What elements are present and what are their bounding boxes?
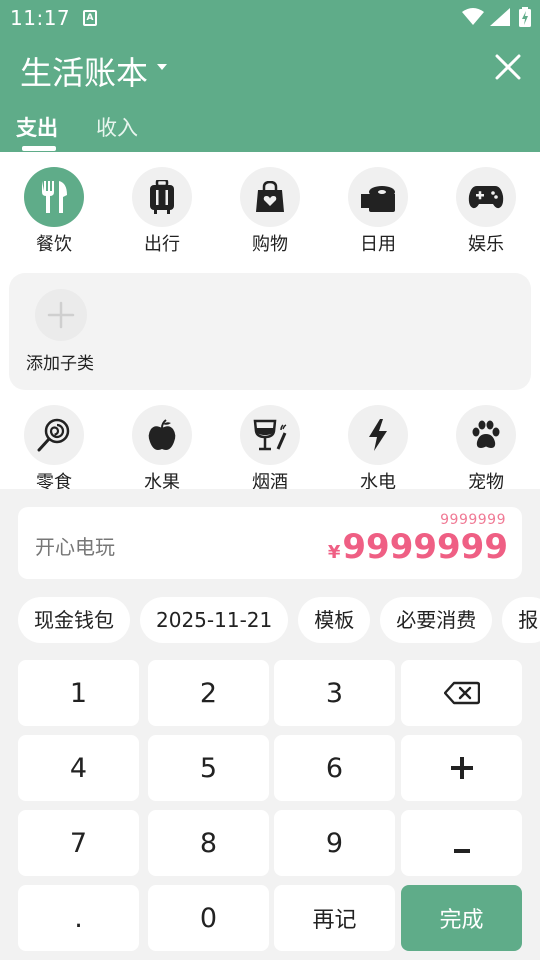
wifi-icon <box>462 8 484 25</box>
app-header: 11:17 A 生活账本 支出 收入 <box>0 0 540 152</box>
chip-date[interactable]: 2025-11-21 <box>140 597 289 643</box>
category-tobacco-wine[interactable]: 烟酒 <box>228 405 312 489</box>
category-label: 零食 <box>36 472 72 489</box>
backspace-icon <box>443 681 480 705</box>
key-3[interactable]: 3 <box>274 660 395 726</box>
signal-icon <box>490 8 510 26</box>
category-icon-circle <box>132 405 192 465</box>
plus-icon <box>47 301 75 329</box>
currency-symbol: ¥ <box>327 542 341 563</box>
backspace-button[interactable] <box>401 660 522 726</box>
add-subcategory-button[interactable]: 添加子类 <box>25 289 97 374</box>
category-label: 水电 <box>360 472 396 489</box>
minus-icon <box>453 849 470 853</box>
key-5[interactable]: 5 <box>148 735 269 801</box>
category-entertainment[interactable]: 娱乐 <box>444 167 528 256</box>
ledger-title[interactable]: 生活账本 <box>20 48 148 94</box>
category-label: 出行 <box>144 234 180 255</box>
category-label: 宠物 <box>468 472 504 489</box>
category-fruit[interactable]: 水果 <box>120 405 204 489</box>
toilet-paper-icon <box>361 186 395 212</box>
category-daily[interactable]: 日用 <box>336 167 420 256</box>
category-icon-circle <box>24 167 84 227</box>
category-icon-circle <box>132 167 192 227</box>
category-label: 餐饮 <box>36 234 72 255</box>
key-9[interactable]: 9 <box>274 810 395 876</box>
key-8[interactable]: 8 <box>148 810 269 876</box>
minus-button[interactable] <box>401 810 522 876</box>
key-1[interactable]: 1 <box>18 660 139 726</box>
category-dining[interactable]: 餐饮 <box>12 167 96 256</box>
battery-charging-icon <box>519 7 531 27</box>
entry-sheet: 开心电玩 9999999 ¥9999999 现金钱包 2025-11-21 模板 必要… <box>0 489 540 960</box>
category-label: 烟酒 <box>252 472 288 489</box>
category-shopping[interactable]: 购物 <box>228 167 312 256</box>
apple-icon <box>148 419 176 450</box>
note-amount-box[interactable]: 开心电玩 9999999 ¥9999999 <box>18 507 522 579</box>
chip-reimburse[interactable]: 报 <box>502 597 540 643</box>
key-2[interactable]: 2 <box>148 660 269 726</box>
caret-down-icon[interactable] <box>156 62 168 72</box>
category-utilities[interactable]: 水电 <box>336 405 420 489</box>
category-pets[interactable]: 宠物 <box>444 405 528 489</box>
category-label: 日用 <box>360 234 396 255</box>
shopping-bag-icon <box>256 181 284 212</box>
key-6[interactable]: 6 <box>274 735 395 801</box>
options-chip-row: 现金钱包 2025-11-21 模板 必要消费报 <box>18 597 540 643</box>
chip-account[interactable]: 现金钱包 <box>18 597 130 643</box>
category-icon-circle <box>240 167 300 227</box>
gamepad-icon <box>468 186 504 209</box>
add-circle <box>35 289 87 341</box>
category-icon-circle <box>348 167 408 227</box>
key-7[interactable]: 7 <box>18 810 139 876</box>
category-snacks[interactable]: 零食 <box>12 405 96 489</box>
category-label: 水果 <box>144 472 180 489</box>
key-4[interactable]: 4 <box>18 735 139 801</box>
lightning-bolt-icon <box>369 419 387 451</box>
amount-display: ¥9999999 <box>328 527 508 567</box>
category-icon-circle <box>456 405 516 465</box>
note-field[interactable]: 开心电玩 <box>35 531 115 560</box>
close-icon[interactable] <box>493 52 523 82</box>
category-icon-circle <box>456 167 516 227</box>
status-bar: 11:17 A <box>0 0 540 36</box>
done-button[interactable]: 完成 <box>401 885 522 951</box>
luggage-icon <box>150 180 174 214</box>
plus-icon <box>450 757 473 779</box>
category-icon-circle <box>348 405 408 465</box>
chip-template[interactable]: 模板 <box>298 597 371 643</box>
category-label: 购物 <box>252 234 288 255</box>
lollipop-icon <box>37 418 70 452</box>
subcategory-panel: 添加子类 <box>9 273 531 390</box>
tab-indicator <box>22 146 56 151</box>
fork-knife-icon <box>42 181 67 213</box>
tab-expense[interactable]: 支出 <box>16 112 58 142</box>
category-icon-circle <box>24 405 84 465</box>
wine-glass-icon <box>253 419 287 451</box>
chip-necessary[interactable]: 必要消费 <box>380 597 493 643</box>
category-icon-circle <box>240 405 300 465</box>
category-travel[interactable]: 出行 <box>120 167 204 256</box>
category-label: 娱乐 <box>468 234 504 255</box>
key-dot[interactable]: . <box>18 885 139 951</box>
amount-expression: 9999999 <box>440 512 506 528</box>
key-0[interactable]: 0 <box>148 885 269 951</box>
plus-button[interactable] <box>401 735 522 801</box>
paw-print-icon <box>472 420 500 448</box>
amount-value: 9999999 <box>342 527 508 567</box>
notification-a-icon: A <box>83 10 97 26</box>
record-again-button[interactable]: 再记 <box>274 885 395 951</box>
category-panel: 餐饮 出行 购物 日用 娱乐 添加子类 零食 水果 烟酒 水电 宠物 <box>0 152 540 489</box>
tab-income[interactable]: 收入 <box>96 112 138 142</box>
add-subcategory-label: 添加子类 <box>26 354 94 374</box>
status-time: 11:17 <box>10 6 71 30</box>
